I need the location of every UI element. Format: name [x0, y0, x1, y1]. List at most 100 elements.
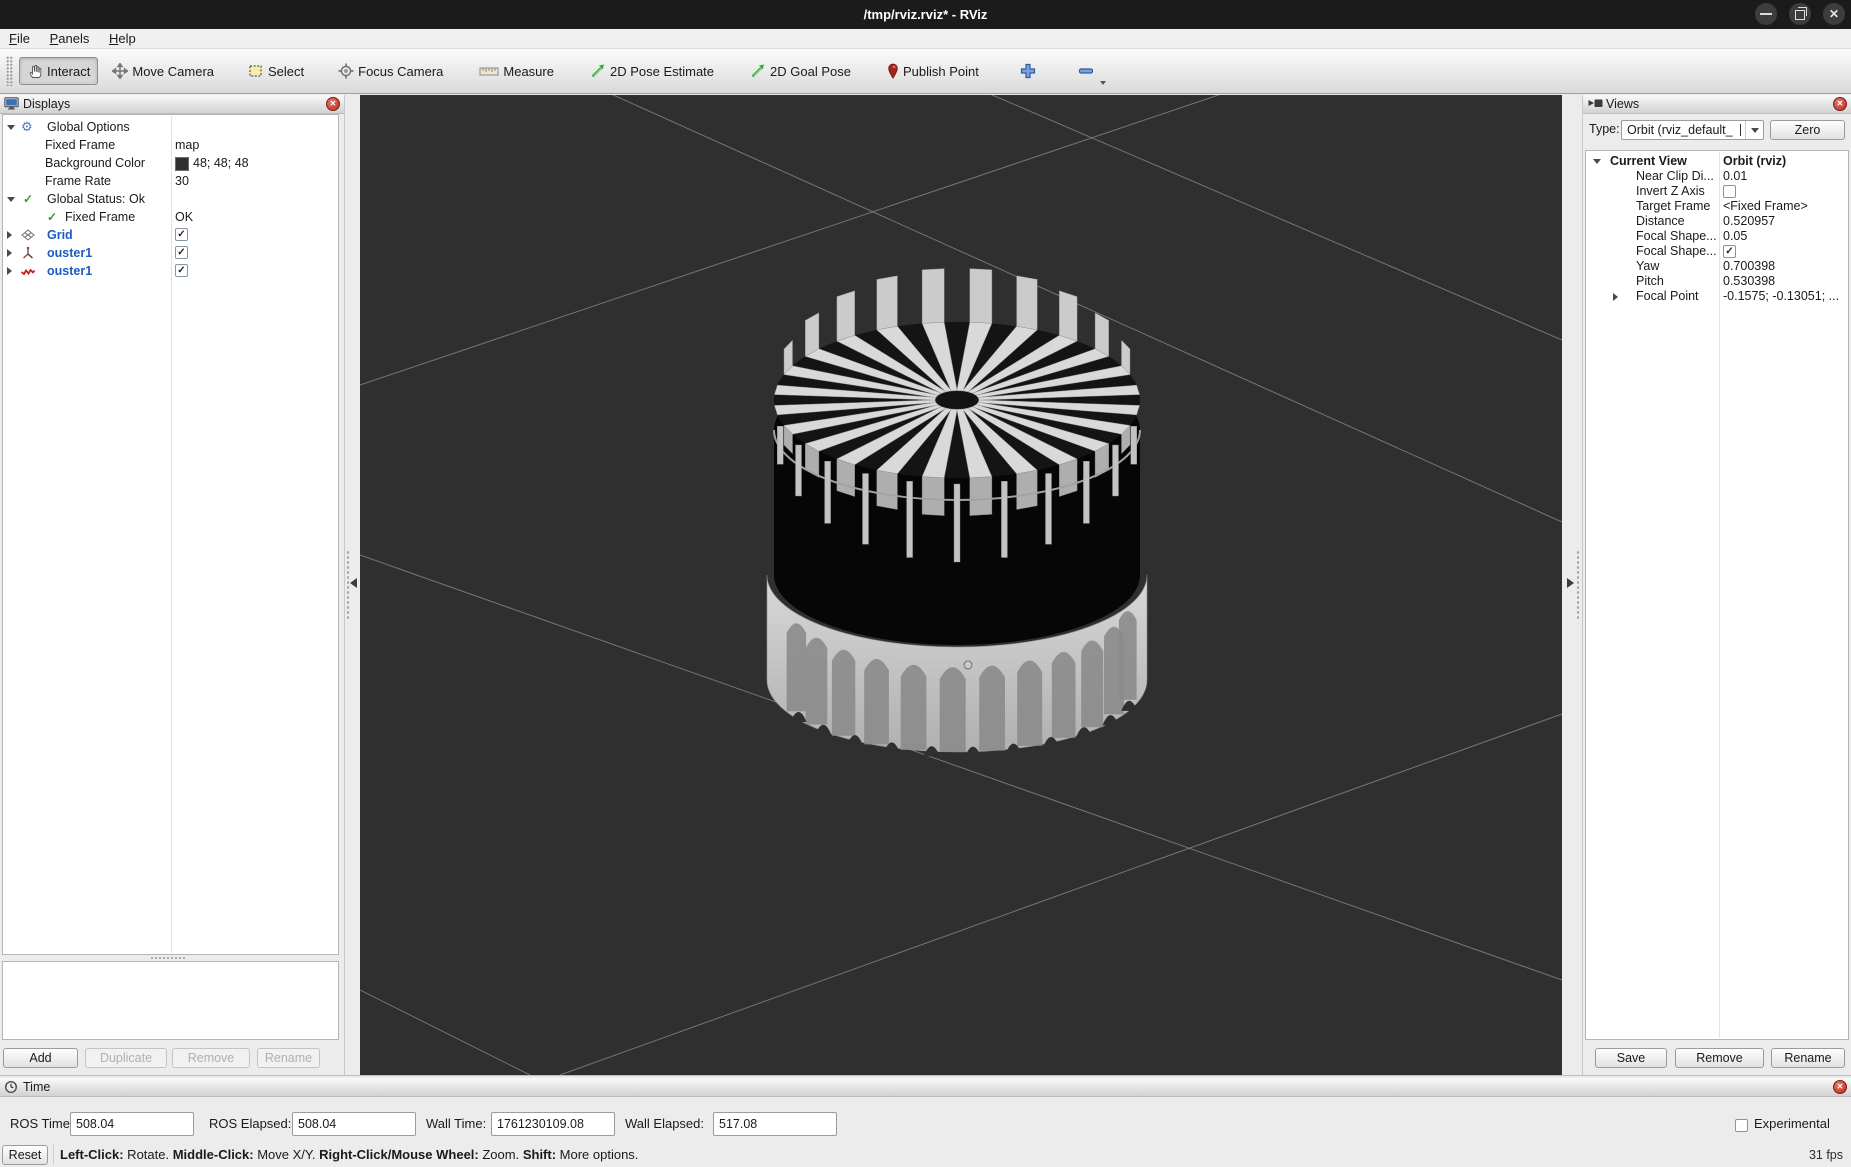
experimental-checkbox[interactable]: [1735, 1119, 1748, 1132]
minimize-button[interactable]: [1755, 3, 1777, 25]
status-bar: Reset Left-Click: Rotate. Middle-Click: …: [0, 1143, 1851, 1167]
zero-button[interactable]: Zero: [1770, 120, 1845, 140]
expander-open-icon[interactable]: [7, 125, 15, 130]
restore-button[interactable]: [1789, 3, 1811, 25]
ouster1-enabled-checkbox[interactable]: [175, 246, 188, 259]
expander-open-icon[interactable]: [7, 197, 15, 202]
expander-closed-icon[interactable]: [7, 231, 12, 239]
focus-crosshair-icon: [338, 63, 354, 79]
clock-icon: [4, 1080, 18, 1094]
mouse-help-text: Left-Click: Rotate. Middle-Click: Move X…: [60, 1143, 638, 1167]
wall-time-input[interactable]: [491, 1112, 615, 1136]
add-tool-button[interactable]: [1009, 57, 1047, 85]
tree-row-ouster1-cloud[interactable]: ouster1: [3, 244, 338, 262]
menu-help[interactable]: Help: [109, 29, 136, 48]
close-button[interactable]: [1823, 3, 1845, 25]
view-row-target-frame[interactable]: Target Frame <Fixed Frame>: [1586, 199, 1848, 214]
tree-row-background-color[interactable]: Background Color 48; 48; 48: [3, 154, 338, 172]
menu-panels[interactable]: Panels: [50, 29, 90, 48]
status-ok-check-icon: [47, 208, 57, 226]
view-row-yaw[interactable]: Yaw 0.700398: [1586, 259, 1848, 274]
tool-select[interactable]: Select: [240, 57, 312, 85]
grid-enabled-checkbox[interactable]: [175, 228, 188, 241]
tree-row-global-options[interactable]: Global Options: [3, 118, 338, 136]
focal-shape-checkbox[interactable]: [1723, 245, 1736, 258]
add-display-button[interactable]: Add: [3, 1048, 78, 1068]
displays-close-button[interactable]: [326, 97, 340, 111]
duplicate-display-button[interactable]: Duplicate: [85, 1048, 167, 1068]
rviz-window: /tmp/rviz.rviz* - RViz File Panels Help …: [0, 0, 1851, 1167]
expander-closed-icon[interactable]: [1613, 293, 1618, 301]
time-close-button[interactable]: [1833, 1080, 1847, 1094]
ros-time-input[interactable]: [70, 1112, 194, 1136]
color-swatch[interactable]: [175, 157, 189, 171]
tool-measure[interactable]: Measure: [471, 57, 562, 85]
menu-file[interactable]: File: [9, 29, 30, 48]
view-row-invert-z[interactable]: Invert Z Axis: [1586, 184, 1848, 199]
views-close-button[interactable]: [1833, 97, 1847, 111]
restore-icon: [1795, 10, 1805, 20]
view-row-focal-point[interactable]: Focal Point -0.1575; -0.13051; ...: [1586, 289, 1848, 304]
view-row-focal-shape-size[interactable]: Focal Shape... 0.05: [1586, 229, 1848, 244]
views-panel: Views Type: Orbit (rviz_default_ Zero Cu…: [1583, 95, 1851, 1075]
viewport-canvas: [360, 95, 1562, 1075]
displays-panel: Displays Global Options Fixed Frame map …: [0, 95, 345, 1075]
tool-move-camera[interactable]: Move Camera: [104, 57, 222, 85]
tree-row-frame-rate[interactable]: Frame Rate 30: [3, 172, 338, 190]
displays-panel-header[interactable]: Displays: [0, 95, 344, 114]
tree-row-fixed-frame-status[interactable]: Fixed Frame OK: [3, 208, 338, 226]
rename-view-button[interactable]: Rename: [1771, 1048, 1845, 1068]
expander-closed-icon[interactable]: [7, 267, 12, 275]
time-panel: Time ROS Time: ROS Elapsed: Wall Time: W…: [0, 1075, 1851, 1143]
save-view-button[interactable]: Save: [1595, 1048, 1667, 1068]
tool-interact[interactable]: Interact: [19, 57, 98, 85]
views-panel-header[interactable]: Views: [1583, 95, 1851, 114]
invert-z-checkbox[interactable]: [1723, 185, 1736, 198]
view-row-near-clip[interactable]: Near Clip Di... 0.01: [1586, 169, 1848, 184]
view-row-focal-shape-fixed[interactable]: Focal Shape...: [1586, 244, 1848, 259]
select-box-icon: [248, 63, 264, 79]
rename-display-button[interactable]: Rename: [257, 1048, 320, 1068]
time-panel-header[interactable]: Time: [0, 1078, 1851, 1097]
view-row-pitch[interactable]: Pitch 0.530398: [1586, 274, 1848, 289]
view-row-current-view[interactable]: Current View Orbit (rviz): [1586, 154, 1848, 169]
remove-view-button[interactable]: Remove: [1675, 1048, 1764, 1068]
tool-2d-pose-estimate[interactable]: 2D Pose Estimate: [582, 57, 722, 85]
hand-icon: [27, 63, 43, 79]
tool-2d-goal-pose[interactable]: 2D Goal Pose: [742, 57, 859, 85]
reset-button[interactable]: Reset: [2, 1145, 48, 1165]
laser-scan-icon: [20, 263, 36, 279]
combo-dropdown-icon[interactable]: [1745, 121, 1763, 139]
left-panel-gutter: [345, 95, 360, 1075]
chevron-down-icon: [1100, 81, 1106, 85]
remove-display-button[interactable]: Remove: [172, 1048, 250, 1068]
views-tree[interactable]: Current View Orbit (rviz) Near Clip Di..…: [1585, 150, 1849, 1040]
collapse-left-arrow-icon[interactable]: [350, 578, 357, 588]
move-icon: [112, 63, 128, 79]
view-row-distance[interactable]: Distance 0.520957: [1586, 214, 1848, 229]
view-type-combo[interactable]: Orbit (rviz_default_: [1621, 120, 1764, 140]
tree-row-fixed-frame[interactable]: Fixed Frame map: [3, 136, 338, 154]
ouster1-scan-enabled-checkbox[interactable]: [175, 264, 188, 277]
expander-closed-icon[interactable]: [7, 249, 12, 257]
tool-focus-camera[interactable]: Focus Camera: [330, 57, 451, 85]
collapse-right-arrow-icon[interactable]: [1567, 578, 1574, 588]
tree-row-ouster1-scan[interactable]: ouster1: [3, 262, 338, 280]
toolbar-grip[interactable]: [6, 56, 13, 86]
displays-tree[interactable]: Global Options Fixed Frame map Backgroun…: [2, 114, 339, 955]
ros-elapsed-input[interactable]: [292, 1112, 416, 1136]
remove-tool-button[interactable]: [1067, 57, 1105, 85]
toolbar: Interact Move Camera Select Focus Camera…: [0, 49, 1851, 94]
wall-elapsed-input[interactable]: [713, 1112, 837, 1136]
tree-row-grid[interactable]: Grid: [3, 226, 338, 244]
render-viewport[interactable]: [360, 95, 1562, 1075]
tool-publish-point[interactable]: Publish Point: [879, 57, 987, 85]
gutter-dots: [1576, 550, 1580, 620]
displays-empty-area: [2, 961, 339, 1040]
expander-open-icon[interactable]: [1593, 159, 1601, 164]
tree-row-global-status[interactable]: Global Status: Ok: [3, 190, 338, 208]
displays-panel-title: Displays: [23, 95, 70, 113]
panel-splitter[interactable]: [150, 956, 186, 960]
close-icon: [1823, 3, 1845, 25]
camera-icon: [1587, 97, 1604, 110]
